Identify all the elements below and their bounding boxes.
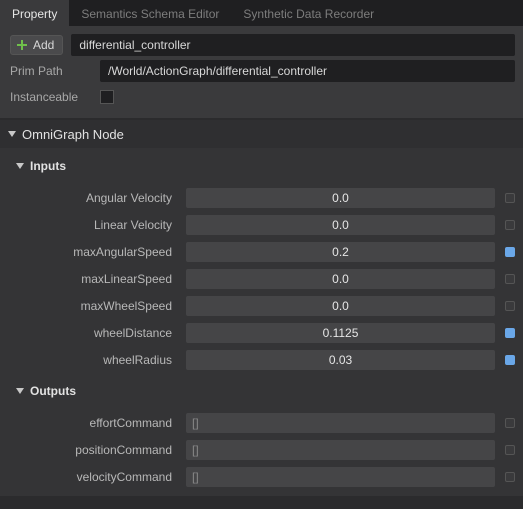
section-omnigraph-node[interactable]: OmniGraph Node [0,120,523,148]
override-indicator[interactable] [505,301,515,311]
omnigraph-panel: OmniGraph Node Inputs Angular Velocity L… [0,120,523,496]
output-effort-command: effortCommand [0,409,523,436]
prop-label: velocityCommand [0,470,180,484]
override-indicator[interactable] [505,328,515,338]
prop-label: Linear Velocity [0,218,180,232]
tab-property[interactable]: Property [0,0,69,26]
prop-label: maxAngularSpeed [0,245,180,259]
input-wheel-distance: wheelDistance [0,319,523,346]
override-indicator[interactable] [505,418,515,428]
prop-value[interactable] [186,350,495,370]
override-indicator[interactable] [505,472,515,482]
tab-semantics-schema-editor[interactable]: Semantics Schema Editor [69,0,231,26]
instanceable-label: Instanceable [8,90,92,104]
instanceable-checkbox[interactable] [100,90,114,104]
prim-path-label: Prim Path [8,64,92,78]
section-outputs[interactable]: Outputs [0,377,523,405]
override-indicator[interactable] [505,193,515,203]
prop-value[interactable] [186,242,495,262]
prop-label: Angular Velocity [0,191,180,205]
prop-label: effortCommand [0,416,180,430]
prop-value[interactable] [186,296,495,316]
prim-path-input[interactable] [100,60,515,82]
output-position-command: positionCommand [0,436,523,463]
tab-bar: Property Semantics Schema Editor Synthet… [0,0,523,26]
prop-value[interactable] [186,467,495,487]
chevron-down-icon [16,163,24,169]
add-button-label: Add [33,38,54,52]
output-velocity-command: velocityCommand [0,463,523,490]
section-title: Outputs [30,384,76,398]
prim-name-input[interactable] [71,34,515,56]
prop-value[interactable] [186,323,495,343]
override-indicator[interactable] [505,220,515,230]
input-angular-velocity: Angular Velocity [0,184,523,211]
prop-value[interactable] [186,413,495,433]
chevron-down-icon [8,131,16,137]
prop-value[interactable] [186,269,495,289]
input-linear-velocity: Linear Velocity [0,211,523,238]
chevron-down-icon [16,388,24,394]
prop-label: maxWheelSpeed [0,299,180,313]
input-max-linear-speed: maxLinearSpeed [0,265,523,292]
prop-value[interactable] [186,440,495,460]
section-title: Inputs [30,159,66,173]
plus-icon [15,38,29,52]
override-indicator[interactable] [505,274,515,284]
prop-value[interactable] [186,188,495,208]
input-wheel-radius: wheelRadius [0,346,523,373]
prop-label: positionCommand [0,443,180,457]
prop-value[interactable] [186,215,495,235]
input-max-angular-speed: maxAngularSpeed [0,238,523,265]
prop-label: wheelRadius [0,353,180,367]
section-title: OmniGraph Node [22,127,124,142]
add-button[interactable]: Add [10,35,63,55]
tab-synthetic-data-recorder[interactable]: Synthetic Data Recorder [231,0,386,26]
override-indicator[interactable] [505,247,515,257]
override-indicator[interactable] [505,355,515,365]
override-indicator[interactable] [505,445,515,455]
input-max-wheel-speed: maxWheelSpeed [0,292,523,319]
prim-header: Add Prim Path Instanceable [0,26,523,118]
prop-label: wheelDistance [0,326,180,340]
section-inputs[interactable]: Inputs [0,152,523,180]
prop-label: maxLinearSpeed [0,272,180,286]
